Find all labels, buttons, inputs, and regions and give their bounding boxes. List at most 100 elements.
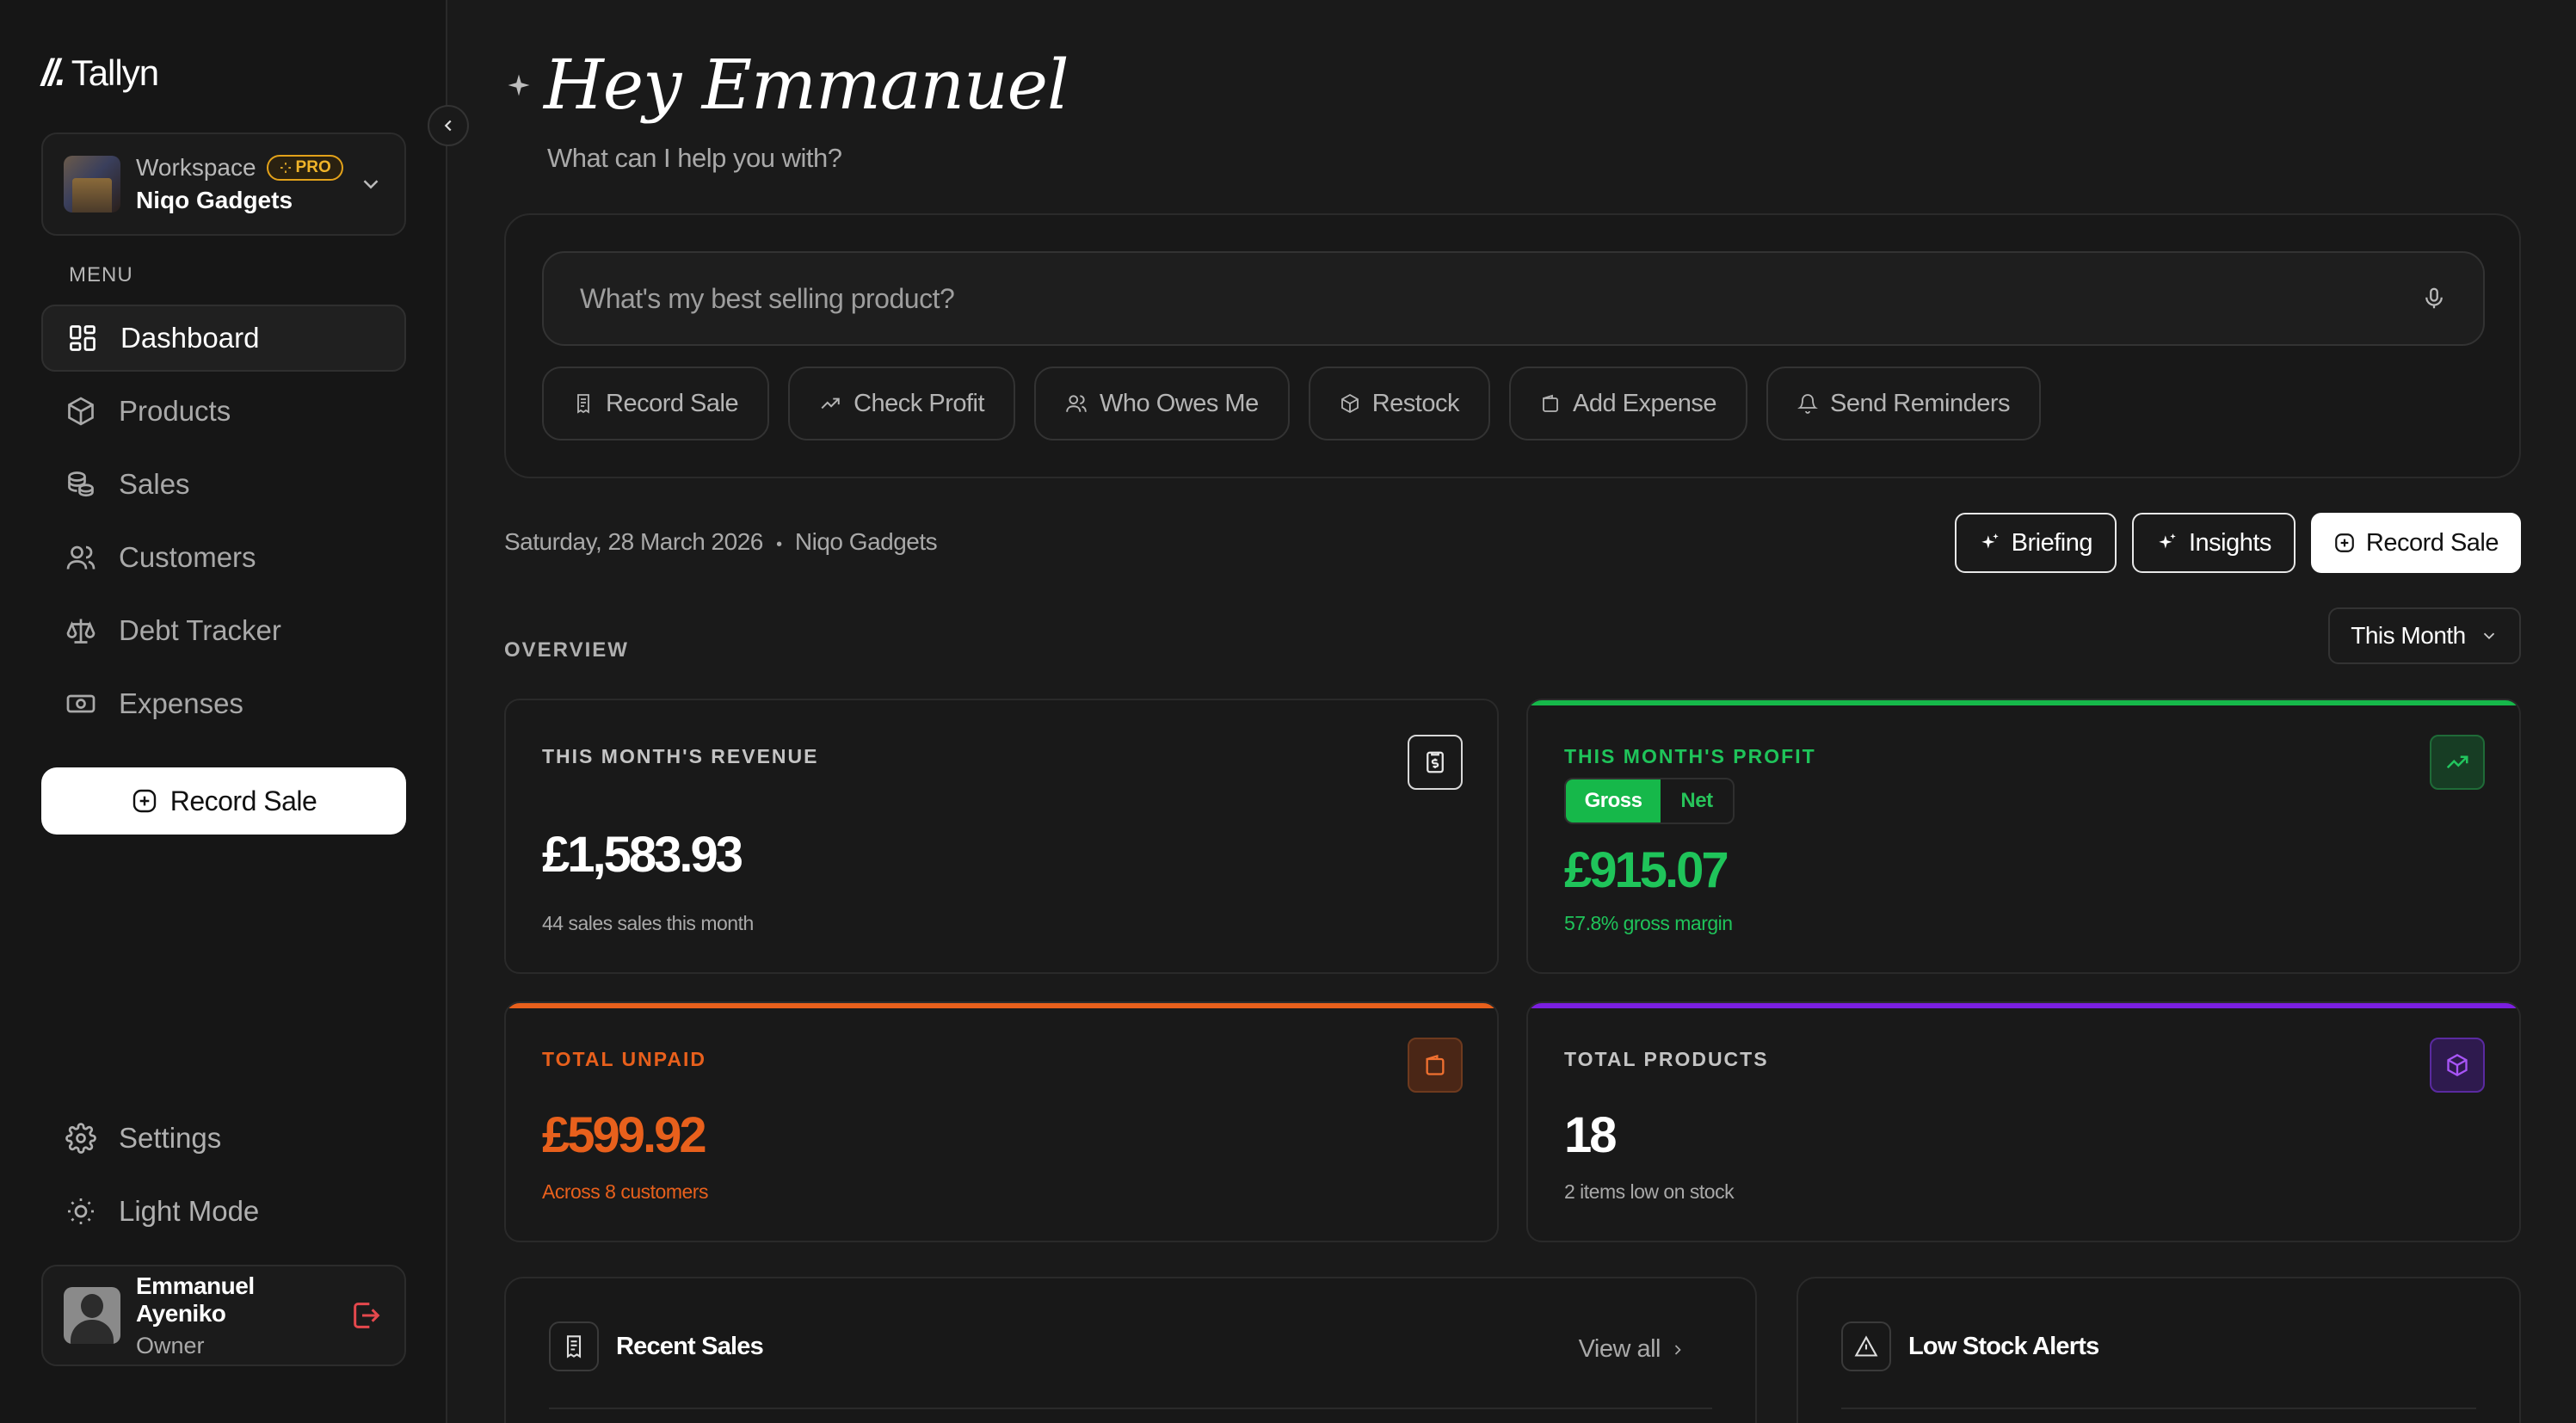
quick-action-label: Send Reminders: [1830, 389, 2011, 417]
sidebar-item-debt-tracker[interactable]: Debt Tracker: [41, 597, 406, 664]
bell-icon: [1797, 394, 1818, 414]
divider: [1841, 1408, 2476, 1409]
view-all-label: View all: [1578, 1335, 1661, 1363]
insights-label: Insights: [2188, 528, 2271, 557]
briefing-label: Briefing: [2011, 528, 2093, 557]
greeting: Hey Emmanuel: [506, 45, 1069, 125]
profit-card-icon: [2430, 735, 2485, 790]
workspace-name: Niqo Gadgets: [136, 187, 293, 213]
panel-header: Recent Sales: [549, 1321, 764, 1371]
users-icon: [66, 545, 96, 570]
trending-up-icon: [2446, 755, 2468, 769]
sidebar-nav: Dashboard Products Sales Customers Debt …: [41, 305, 406, 743]
sidebar-item-label: Settings: [119, 1122, 222, 1154]
brand-logo[interactable]: //. Tallyn: [41, 52, 159, 95]
view-all-link[interactable]: View all: [1579, 1335, 1686, 1364]
quick-action-check-profit[interactable]: Check Profit: [788, 367, 1016, 440]
record-sale-button[interactable]: Record Sale: [2310, 513, 2521, 573]
dashboard-icon: [70, 325, 96, 351]
sidebar-item-customers[interactable]: Customers: [41, 524, 406, 591]
scale-icon: [66, 619, 96, 644]
card-title: TOTAL PRODUCTS: [1564, 1048, 1769, 1070]
card-title: TOTAL UNPAID: [542, 1048, 706, 1070]
revenue-card-icon: [1408, 735, 1463, 790]
business-name: Niqo Gadgets: [794, 528, 938, 555]
users-icon: [1066, 395, 1087, 412]
sidebar-item-label: Dashboard: [120, 322, 260, 354]
quick-action-send-reminders[interactable]: Send Reminders: [1766, 367, 2041, 440]
header-actions: Briefing Insights Record Sale: [1954, 513, 2521, 573]
sidebar-item-settings[interactable]: Settings: [41, 1105, 406, 1172]
sidebar-item-label: Products: [119, 395, 231, 427]
workspace-avatar: [64, 156, 120, 213]
sidebar-item-expenses[interactable]: Expenses: [41, 670, 406, 737]
sidebar-item-label: Expenses: [119, 687, 243, 719]
quick-action-label: Record Sale: [606, 389, 739, 417]
wallet-icon: [1426, 1054, 1445, 1075]
date-line: Saturday, 28 March 2026 • Niqo Gadgets: [504, 528, 938, 556]
revenue-card: THIS MONTH'S REVENUE £1,583.93 44 sales …: [504, 699, 1499, 974]
microphone-icon[interactable]: [2421, 286, 2447, 311]
briefing-button[interactable]: Briefing: [1954, 513, 2117, 573]
coins-icon: [68, 471, 94, 497]
user-card: Emmanuel Ayeniko Owner: [41, 1265, 406, 1366]
workspace-switcher[interactable]: Workspace PRO Niqo Gadgets: [41, 132, 406, 236]
profit-toggle: Gross Net: [1564, 778, 1735, 824]
quick-action-record-sale[interactable]: Record Sale: [542, 367, 770, 440]
box-icon: [1340, 393, 1359, 414]
quick-action-restock[interactable]: Restock: [1308, 367, 1490, 440]
logout-icon[interactable]: [349, 1298, 384, 1333]
sparkles-icon: [2159, 533, 2176, 549]
panel-title: Low Stock Alerts: [1908, 1332, 2099, 1360]
chevron-left-icon: [444, 120, 452, 132]
pro-badge: PRO: [266, 155, 343, 181]
card-accent-bar: [506, 1003, 1497, 1008]
panel-title: Recent Sales: [616, 1332, 764, 1360]
net-toggle[interactable]: Net: [1661, 779, 1733, 822]
receipt-icon: [577, 394, 589, 414]
pro-badge-label: PRO: [295, 158, 331, 176]
current-date: Saturday, 28 March 2026: [504, 528, 763, 555]
sidebar-item-sales[interactable]: Sales: [41, 451, 406, 518]
quick-action-label: Restock: [1371, 389, 1460, 417]
unpaid-sub: Across 8 customers: [542, 1180, 708, 1203]
period-select[interactable]: This Month: [2328, 607, 2521, 664]
products-sub: 2 items low on stock: [1564, 1180, 1735, 1203]
sidebar-item-dashboard[interactable]: Dashboard: [41, 305, 406, 372]
chevron-right-icon: [1674, 1344, 1681, 1355]
card-accent-bar: [1528, 700, 2519, 705]
unpaid-card: TOTAL UNPAID £599.92 Across 8 customers: [504, 1001, 1499, 1242]
receipt-dollar-icon: [1427, 751, 1444, 773]
banknote-icon: [66, 694, 96, 713]
quick-action-label: Add Expense: [1572, 389, 1717, 417]
wallet-icon: [1543, 394, 1558, 412]
assistant-input-wrapper: [542, 251, 2485, 346]
avatar: [64, 1287, 120, 1344]
quick-action-who-owes-me[interactable]: Who Owes Me: [1034, 367, 1290, 440]
sidebar-record-sale-button[interactable]: Record Sale: [41, 767, 406, 835]
profit-value: £915.07: [1564, 842, 1729, 898]
collapse-sidebar-button[interactable]: [428, 105, 469, 146]
record-sale-label: Record Sale: [2365, 528, 2499, 557]
sidebar-item-products[interactable]: Products: [41, 378, 406, 445]
gross-toggle[interactable]: Gross: [1566, 779, 1661, 822]
page-title: Hey Emmanuel: [544, 45, 1069, 125]
chevron-down-icon: [2483, 632, 2494, 640]
card-accent-bar: [1528, 1003, 2519, 1008]
assistant-input[interactable]: [580, 282, 2421, 315]
sparkle-icon: [508, 74, 530, 95]
insights-button[interactable]: Insights: [2131, 513, 2296, 573]
sidebar-item-label: Light Mode: [119, 1195, 260, 1227]
quick-action-add-expense[interactable]: Add Expense: [1508, 367, 1747, 440]
card-title: THIS MONTH'S REVENUE: [542, 745, 819, 767]
profit-card: THIS MONTH'S PROFIT Gross Net £915.07 57…: [1526, 699, 2521, 974]
sparkles-icon: [1981, 533, 1999, 549]
logo-mark-icon: //.: [41, 52, 66, 94]
products-card: TOTAL PRODUCTS 18 2 items low on stock: [1526, 1001, 2521, 1242]
sidebar-item-light-mode[interactable]: Light Mode: [41, 1178, 406, 1245]
box-icon: [68, 397, 94, 426]
menu-label: MENU: [69, 263, 133, 286]
low-stock-panel: Low Stock Alerts: [1796, 1277, 2521, 1423]
assistant-panel: Record Sale Check Profit Who Owes Me Res…: [504, 213, 2521, 478]
date-separator: •: [776, 535, 782, 554]
